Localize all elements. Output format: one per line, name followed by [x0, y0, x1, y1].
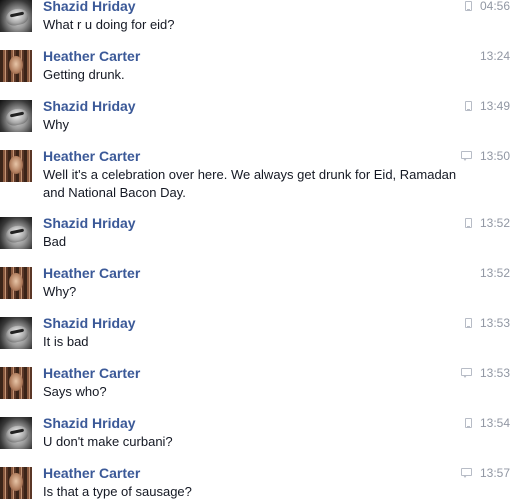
message-time: 13:53	[479, 366, 510, 380]
sender-name[interactable]: Heather Carter	[43, 465, 140, 481]
avatar[interactable]	[0, 417, 32, 449]
message-thread: Shazid Hriday 04:56 What r u doing for e…	[0, 0, 510, 500]
phone-icon	[465, 418, 472, 428]
message-meta: 04:56	[465, 0, 510, 13]
message-meta: 13:50	[461, 149, 510, 163]
message-time: 13:50	[479, 149, 510, 163]
message-text: Well it's a celebration over here. We al…	[43, 167, 457, 200]
message-meta: 13:52	[463, 266, 510, 280]
sender-name[interactable]: Heather Carter	[43, 48, 140, 64]
message-text: It is bad	[43, 334, 89, 349]
avatar[interactable]	[0, 367, 32, 399]
chat-icon	[461, 151, 472, 161]
message-time: 13:53	[479, 316, 510, 330]
message-time: 13:52	[479, 216, 510, 230]
message-text: Is that a type of sausage?	[43, 484, 192, 499]
sender-name[interactable]: Heather Carter	[43, 365, 140, 381]
message-text: What r u doing for eid?	[43, 17, 175, 32]
sender-name[interactable]: Shazid Hriday	[43, 315, 136, 331]
phone-icon	[465, 101, 472, 111]
message-text: U don't make curbani?	[43, 434, 173, 449]
chat-icon	[461, 468, 472, 478]
message-meta: 13:54	[465, 416, 510, 430]
message-meta: 13:57	[461, 466, 510, 480]
sender-name[interactable]: Shazid Hriday	[43, 98, 136, 114]
message-meta: 13:53	[461, 366, 510, 380]
chat-icon	[461, 368, 472, 378]
message-text: Bad	[43, 234, 67, 249]
sender-name[interactable]: Shazid Hriday	[43, 415, 136, 431]
message-time: 13:52	[479, 266, 510, 280]
avatar[interactable]	[0, 467, 32, 499]
message-time: 13:49	[479, 99, 510, 113]
message-time: 04:56	[479, 0, 510, 13]
message-time: 13:24	[479, 49, 510, 63]
message-text: Says who?	[43, 384, 107, 399]
sender-name[interactable]: Shazid Hriday	[43, 0, 136, 14]
avatar[interactable]	[0, 150, 32, 182]
avatar[interactable]	[0, 0, 32, 32]
avatar[interactable]	[0, 217, 32, 249]
message-text: Why?	[43, 284, 77, 299]
message-time: 13:57	[479, 466, 510, 480]
message-text: Why	[43, 117, 69, 132]
avatar[interactable]	[0, 267, 32, 299]
sender-name[interactable]: Heather Carter	[43, 265, 140, 281]
avatar[interactable]	[0, 100, 32, 132]
phone-icon	[465, 218, 472, 228]
message-meta: 13:52	[465, 216, 510, 230]
message-time: 13:54	[479, 416, 510, 430]
message-meta: 13:49	[465, 99, 510, 113]
message-meta: 13:53	[465, 316, 510, 330]
avatar[interactable]	[0, 317, 32, 349]
phone-icon	[465, 1, 472, 11]
message-text: Getting drunk.	[43, 67, 125, 82]
sender-name[interactable]: Heather Carter	[43, 148, 140, 164]
sender-name[interactable]: Shazid Hriday	[43, 215, 136, 231]
avatar[interactable]	[0, 50, 32, 82]
phone-icon	[465, 318, 472, 328]
message-meta: 13:24	[463, 49, 510, 63]
